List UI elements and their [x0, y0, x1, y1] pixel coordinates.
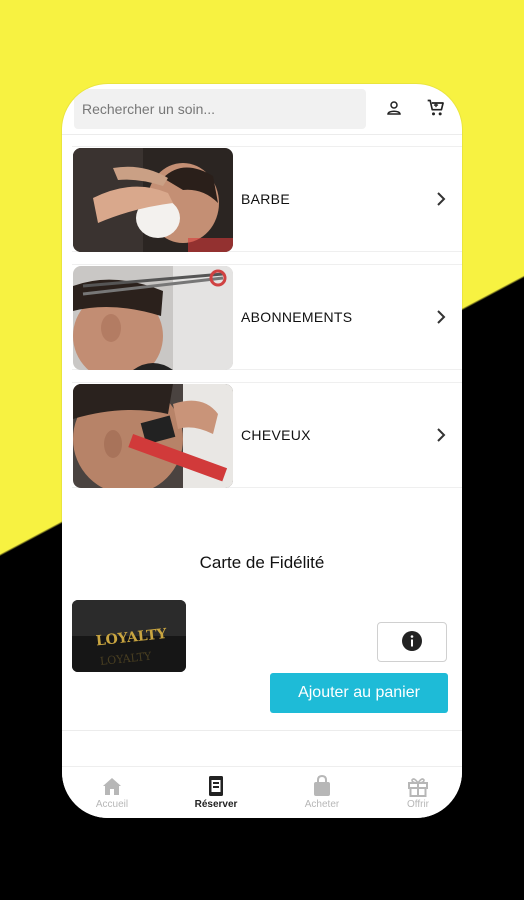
header-divider	[62, 134, 462, 135]
category-label: CHEVEUX	[241, 427, 311, 443]
chevron-right-icon	[434, 428, 448, 442]
nav-item-reserver[interactable]: Réserver	[176, 767, 256, 818]
chevron-right-icon	[434, 192, 448, 206]
user-icon[interactable]	[382, 96, 406, 120]
loyalty-title: Carte de Fidélité	[199, 553, 325, 572]
category-label: ABONNEMENTS	[241, 309, 353, 325]
top-bar	[62, 84, 462, 134]
chevron-right-icon	[434, 310, 448, 324]
hair-clipper-photo	[73, 384, 233, 488]
home-icon	[100, 775, 124, 797]
nav-label: Acheter	[304, 799, 340, 810]
bottom-navigation: Accueil Réserver Acheter Offrir	[62, 766, 462, 818]
category-row-abonnements[interactable]: ABONNEMENTS	[72, 264, 462, 370]
info-button[interactable]	[377, 622, 447, 662]
nav-item-offrir[interactable]: Offrir	[378, 767, 458, 818]
beard-shave-photo	[73, 148, 233, 252]
haircut-scissors-photo	[73, 266, 233, 370]
phone-screen: BARBE ABONNEMENTS	[62, 84, 462, 818]
cart-icon[interactable]	[424, 96, 448, 120]
loyalty-card-image: LOYALTY LOYALTY	[72, 600, 186, 672]
category-row-cheveux[interactable]: CHEVEUX	[72, 382, 462, 488]
content-divider	[62, 730, 462, 731]
calendar-icon	[204, 775, 228, 797]
nav-label: Offrir	[406, 799, 430, 810]
nav-item-accueil[interactable]: Accueil	[72, 767, 152, 818]
search-input[interactable]	[74, 89, 366, 129]
nav-label: Réserver	[194, 799, 238, 810]
nav-label: Accueil	[95, 799, 129, 810]
category-row-barbe[interactable]: BARBE	[72, 146, 462, 252]
info-icon	[401, 630, 423, 655]
category-label: BARBE	[241, 191, 290, 207]
add-to-cart-button[interactable]: Ajouter au panier	[270, 673, 448, 713]
nav-item-acheter[interactable]: Acheter	[282, 767, 362, 818]
gift-icon	[406, 775, 430, 797]
bag-icon	[310, 774, 334, 797]
